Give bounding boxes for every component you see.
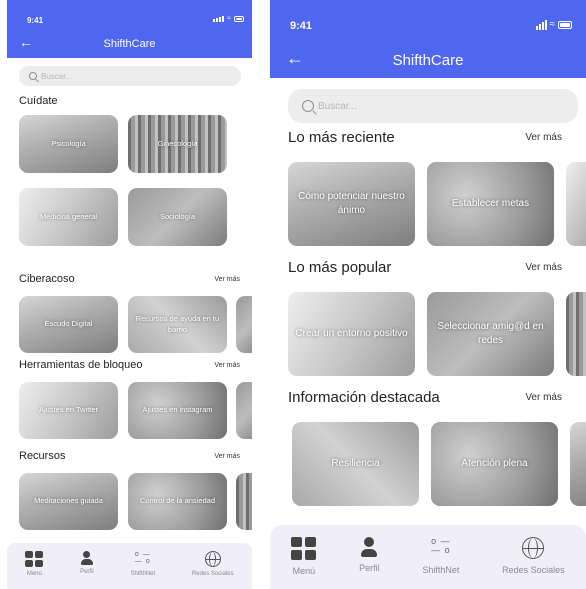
search-placeholder: Buscar... <box>318 100 357 112</box>
battery-icon <box>234 15 244 22</box>
ver-mas-link[interactable]: Ver más <box>214 362 240 369</box>
card-seleccionar-amigd[interactable]: Seleccionar amig@d en redes <box>427 292 554 376</box>
tab-label: Menú <box>26 571 42 577</box>
card-label: Atención plena <box>461 457 528 469</box>
tab-shifthnet[interactable]: o — — o ShifthNet <box>131 551 156 577</box>
card-partial[interactable] <box>566 162 586 246</box>
section-title-recursos: Recursos <box>19 450 66 462</box>
card-partial[interactable] <box>236 296 252 353</box>
card-label: Ajustes en instagram <box>142 405 213 415</box>
status-icons: ≈ <box>213 15 244 22</box>
phone-screen-home: 9:41 ≈ ← ShifthCare Buscar... Lo más rec… <box>270 0 586 589</box>
globe-icon <box>204 551 221 567</box>
card-partial[interactable] <box>236 473 252 530</box>
tab-label: Redes Sociales <box>502 565 565 575</box>
section-title-cuidate: Cuídate <box>19 95 58 107</box>
card-partial[interactable] <box>566 292 586 376</box>
card-ajustes-instagram[interactable]: Ajustes en instagram <box>128 382 227 439</box>
search-icon <box>29 72 37 80</box>
signal-icon <box>213 15 225 22</box>
search-icon <box>302 100 314 112</box>
tab-label: Perfil <box>359 563 380 573</box>
ver-mas-link[interactable]: Ver más <box>525 262 562 273</box>
search-placeholder: Buscar... <box>41 71 73 81</box>
card-label: Resiliencia <box>331 457 380 469</box>
signal-icon <box>535 20 547 30</box>
person-icon <box>80 551 93 565</box>
card-label: Ginecología <box>157 138 198 148</box>
card-label: Sociología <box>159 211 196 221</box>
card-label: Control de la ansiedad <box>139 496 216 506</box>
status-time: 9:41 <box>290 20 313 32</box>
card-label: Establecer metas <box>451 197 530 209</box>
card-ajustes-twitter[interactable]: Ajustes en Twitter <box>19 382 118 439</box>
top-app-bar: 9:41 ≈ ← ShifthCare <box>270 0 586 78</box>
ver-mas-link[interactable]: Ver más <box>214 276 240 283</box>
tab-label: Menú <box>292 566 316 576</box>
card-label: Ajustes en Twitter <box>38 405 99 415</box>
section-title-ciberacoso: Ciberacoso <box>19 273 75 285</box>
status-time: 9:41 <box>27 16 44 25</box>
sliders-icon: o — — o <box>431 536 451 555</box>
card-label: Escudo Digital <box>44 319 93 329</box>
tab-menu[interactable]: Menú <box>25 551 44 577</box>
tab-label: Perfil <box>80 569 94 575</box>
tab-label: ShifthNet <box>422 565 460 575</box>
section-title-destacada: Información destacada <box>288 389 440 406</box>
wifi-icon: ≈ <box>549 19 556 30</box>
ver-mas-link[interactable]: Ver más <box>525 132 562 143</box>
app-title: ShifthCare <box>103 38 156 50</box>
card-sociologia[interactable]: Sociología <box>128 188 227 246</box>
top-app-bar: 9:41 ≈ ← ShifthCare <box>7 0 252 58</box>
card-atencion-plena[interactable]: Atención plena <box>431 422 558 506</box>
sliders-icon: o — — o <box>134 551 151 565</box>
tab-label: ShifthNet <box>130 571 156 577</box>
ver-mas-link[interactable]: Ver más <box>214 453 240 460</box>
search-input[interactable]: Buscar... <box>19 66 241 86</box>
globe-icon <box>522 537 545 559</box>
card-label: Cómo potenciar nuestro ánimo <box>298 190 405 217</box>
card-resiliencia[interactable]: Resiliencia <box>292 422 419 506</box>
card-entorno-positivo[interactable]: Crear un entorno positivo <box>288 292 415 376</box>
card-escudo-digital[interactable]: Escudo Digital <box>19 296 118 353</box>
section-title-popular: Lo más popular <box>288 259 392 276</box>
card-medicina-general[interactable]: Medicina general <box>19 188 118 246</box>
wifi-icon: ≈ <box>227 15 231 22</box>
card-establecer-metas[interactable]: Establecer metas <box>427 162 554 246</box>
tab-redes-sociales[interactable]: Redes Sociales <box>502 537 565 575</box>
app-title: ShifthCare <box>392 52 464 69</box>
card-meditaciones[interactable]: Meditaciones guiada <box>19 473 118 530</box>
grid-icon <box>291 537 317 560</box>
phone-screen-explore: 9:41 ≈ ← ShifthCare Buscar... Cuídate Ps… <box>7 0 252 589</box>
card-label: Medicina general <box>39 211 98 221</box>
section-title-reciente: Lo más reciente <box>288 129 395 146</box>
battery-icon <box>558 21 572 29</box>
person-icon <box>361 537 378 557</box>
tab-redes-sociales[interactable]: Redes Sociales <box>192 551 234 577</box>
status-icons: ≈ <box>535 19 572 30</box>
card-label: Psicología <box>51 138 86 148</box>
card-label: Crear un entorno positivo <box>295 327 408 339</box>
bottom-tab-bar: Menú Perfil o — — o ShifthNet Redes Socia… <box>7 543 252 589</box>
card-psicologia[interactable]: Psicología <box>19 115 118 173</box>
tab-shifthnet[interactable]: o — — o ShifthNet <box>422 536 460 576</box>
card-recursos-ayuda[interactable]: Recursos de ayuda en tu barrio <box>128 296 227 353</box>
ver-mas-link[interactable]: Ver más <box>525 392 562 403</box>
card-partial[interactable] <box>570 422 586 506</box>
card-partial[interactable] <box>236 382 252 439</box>
grid-icon <box>25 551 44 567</box>
card-label: Recursos de ayuda en tu barrio <box>135 313 220 334</box>
card-label: Meditaciones guiada <box>34 496 103 506</box>
card-potenciar-animo[interactable]: Cómo potenciar nuestro ánimo <box>288 162 415 246</box>
bottom-tab-bar: Menú Perfil o — — o ShifthNet Redes Socia… <box>270 525 586 589</box>
tab-perfil[interactable]: Perfil <box>359 537 380 573</box>
card-ginecologia[interactable]: Ginecología <box>128 115 227 173</box>
search-input[interactable]: Buscar... <box>288 89 578 123</box>
card-label: Seleccionar amig@d en redes <box>437 320 544 347</box>
tab-perfil[interactable]: Perfil <box>80 551 94 575</box>
card-control-ansiedad[interactable]: Control de la ansiedad <box>128 473 227 530</box>
section-title-herramientas: Herramientas de bloqueo <box>19 359 143 371</box>
tab-label: Redes Sociales <box>191 571 234 577</box>
tab-menu[interactable]: Menú <box>291 537 317 576</box>
